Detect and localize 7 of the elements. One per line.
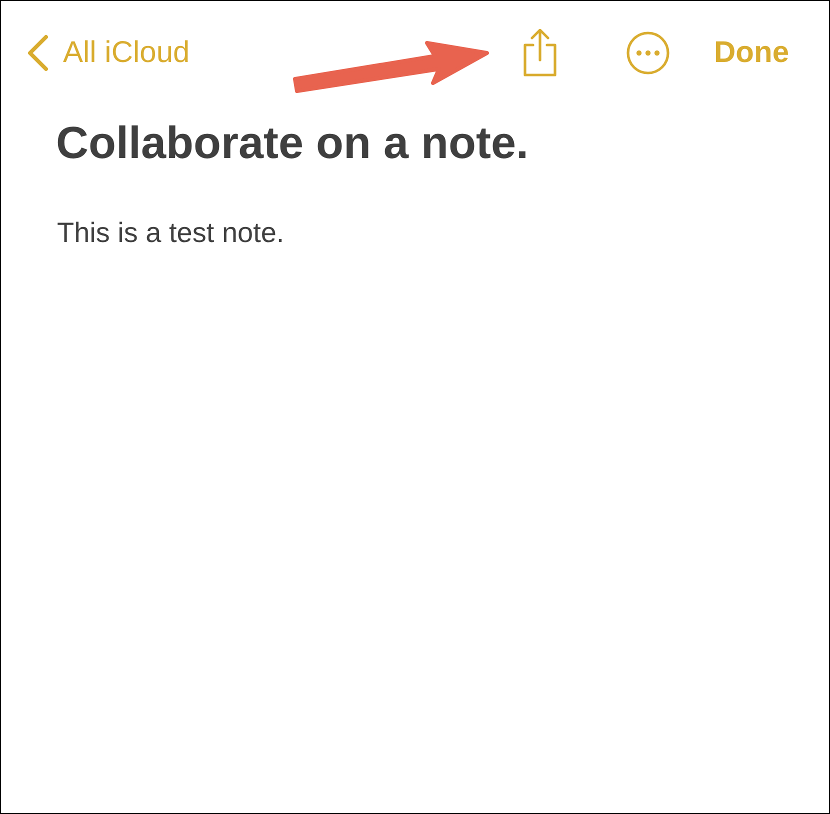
more-button[interactable]	[626, 31, 670, 75]
chevron-left-icon	[27, 34, 49, 72]
back-link[interactable]: All iCloud	[27, 34, 190, 72]
done-button[interactable]: Done	[714, 36, 789, 70]
more-icon	[626, 31, 670, 75]
note-body: This is a test note.	[57, 217, 284, 249]
note-title: Collaborate on a note.	[56, 117, 529, 169]
